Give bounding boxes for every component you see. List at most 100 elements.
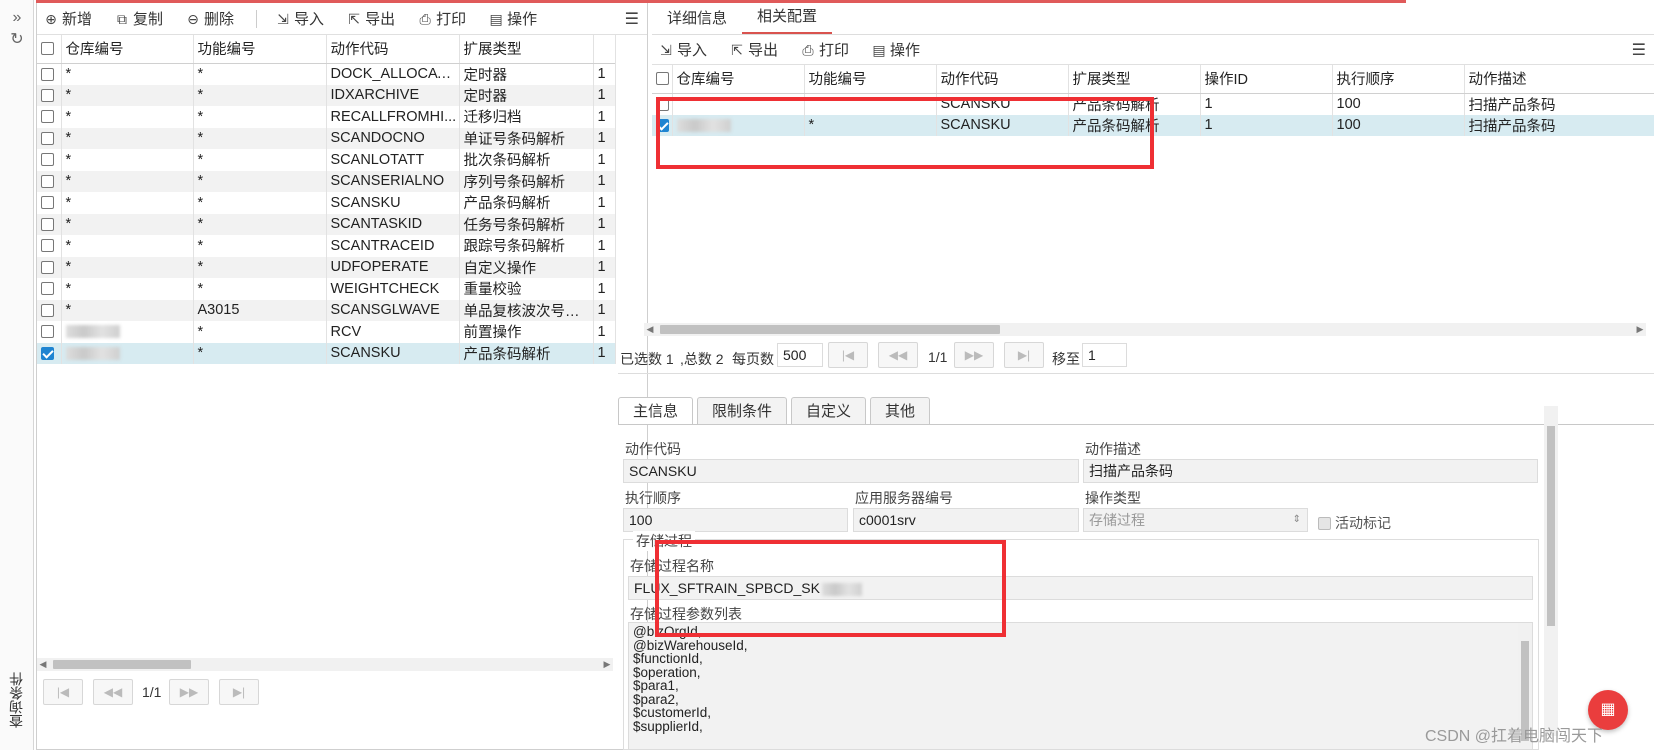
row-checkbox-cell[interactable] bbox=[37, 256, 62, 278]
right-first-page-button[interactable]: |◀ bbox=[828, 342, 868, 368]
next-page-button[interactable]: ▶▶ bbox=[169, 679, 209, 705]
minus-circle-button[interactable]: ⊖ 删除 bbox=[185, 8, 234, 29]
row-checkbox[interactable] bbox=[41, 153, 54, 167]
table-row[interactable]: * * DOCK_ALLOCATI... 定时器 1 bbox=[37, 63, 616, 85]
print-button[interactable]: ⎙ 打印 bbox=[800, 39, 849, 60]
detail-tab-0[interactable]: 主信息 bbox=[618, 397, 694, 425]
column-header[interactable]: 动作代码 bbox=[326, 35, 460, 64]
select-all-checkbox[interactable] bbox=[656, 72, 669, 86]
operation-button[interactable]: ▤ 操作 bbox=[871, 39, 920, 60]
row-checkbox-cell[interactable] bbox=[37, 321, 62, 343]
prev-page-button[interactable]: ◀◀ bbox=[93, 679, 133, 705]
column-settings-icon[interactable]: ☰ bbox=[625, 9, 639, 29]
detail-tab-1[interactable]: 限制条件 bbox=[697, 397, 788, 425]
table-row[interactable]: * * WEIGHTCHECK 重量校验 1 bbox=[37, 278, 616, 300]
table-row[interactable]: * SCANSKU 产品条码解析 1 bbox=[37, 342, 616, 364]
row-checkbox[interactable] bbox=[41, 303, 54, 317]
table-row[interactable]: * * SCANSERIALNO 序列号条码解析 1 bbox=[37, 170, 616, 192]
table-row[interactable]: * A3015 SCANSGLWAVE 单品复核波次号解析 1 bbox=[37, 299, 616, 321]
action-code-field[interactable]: SCANSKU bbox=[623, 459, 1079, 483]
import-button[interactable]: ⇲ 导入 bbox=[275, 8, 324, 29]
row-checkbox[interactable] bbox=[41, 131, 54, 145]
column-header[interactable]: 操作ID bbox=[1200, 65, 1333, 94]
table-row[interactable]: * * RECALLFROMHI... 迁移归档 1 bbox=[37, 106, 616, 128]
export-button[interactable]: ⇱ 导出 bbox=[346, 8, 395, 29]
operation-button[interactable]: ▤ 操作 bbox=[488, 8, 537, 29]
server-field[interactable]: c0001srv bbox=[853, 508, 1079, 532]
print-button[interactable]: ⎙ 打印 bbox=[417, 8, 466, 29]
per-page-input[interactable]: 500 bbox=[777, 343, 823, 367]
row-checkbox-cell[interactable] bbox=[37, 299, 62, 321]
table-row[interactable]: * * UDFOPERATE 自定义操作 1 bbox=[37, 256, 616, 278]
goto-input[interactable]: 1 bbox=[1082, 343, 1127, 367]
table-row[interactable]: * * SCANDOCNO 单证号条码解析 1 bbox=[37, 127, 616, 149]
row-checkbox-cell[interactable] bbox=[37, 63, 62, 85]
row-checkbox-cell[interactable] bbox=[37, 213, 62, 235]
row-checkbox-cell[interactable] bbox=[37, 84, 62, 106]
row-checkbox[interactable] bbox=[41, 239, 54, 253]
column-header[interactable]: 功能编号 bbox=[804, 65, 937, 94]
copy-button[interactable]: ⧉ 复制 bbox=[114, 8, 163, 29]
refresh-icon[interactable]: ↻ bbox=[9, 32, 25, 48]
row-checkbox[interactable] bbox=[41, 196, 54, 210]
row-checkbox[interactable] bbox=[41, 67, 54, 81]
row-checkbox-cell[interactable] bbox=[37, 127, 62, 149]
row-checkbox[interactable] bbox=[41, 88, 54, 102]
row-checkbox[interactable] bbox=[41, 325, 54, 339]
plus-circle-button[interactable]: ⊕ 新增 bbox=[43, 8, 92, 29]
right-last-page-button[interactable]: ▶| bbox=[1004, 342, 1044, 368]
double-chevron-right-icon[interactable]: » bbox=[9, 10, 25, 26]
table-row[interactable]: * RCV 前置操作 1 bbox=[37, 321, 616, 343]
row-checkbox-cell[interactable] bbox=[37, 106, 62, 128]
params-textarea[interactable]: @bizOrgId, @bizWarehouseId, $functionId, $o… bbox=[628, 622, 1533, 750]
column-header[interactable]: 仓库编号 bbox=[672, 65, 805, 94]
column-header[interactable]: 仓库编号 bbox=[61, 35, 194, 64]
column-header[interactable]: 功能编号 bbox=[193, 35, 327, 64]
row-checkbox[interactable] bbox=[41, 110, 54, 124]
column-header[interactable]: 扩展类型 bbox=[459, 35, 594, 64]
select-all-checkbox[interactable] bbox=[41, 42, 54, 56]
column-header[interactable]: 动作代码 bbox=[936, 65, 1069, 94]
table-row[interactable]: * * SCANTRACEID 跟踪号条码解析 1 bbox=[37, 235, 616, 257]
row-checkbox-cell[interactable] bbox=[37, 192, 62, 214]
tab-0[interactable]: 详细信息 bbox=[652, 7, 742, 34]
op-type-select[interactable]: 存储过程 ⇕ bbox=[1083, 508, 1308, 532]
active-flag-checkbox[interactable] bbox=[1318, 516, 1331, 530]
first-page-button[interactable]: |◀ bbox=[43, 679, 83, 705]
table-row[interactable]: * * SCANLOTATT 批次条码解析 1 bbox=[37, 149, 616, 171]
select-all-cell[interactable] bbox=[37, 35, 62, 64]
column-header[interactable] bbox=[593, 35, 616, 64]
column-header[interactable]: 执行顺序 bbox=[1332, 65, 1465, 94]
row-checkbox-cell[interactable] bbox=[37, 170, 62, 192]
right-horizontal-scrollbar[interactable]: ◀ ▶ bbox=[644, 323, 1646, 336]
form-vertical-scrollbar[interactable] bbox=[1544, 406, 1558, 736]
last-page-button[interactable]: ▶| bbox=[219, 679, 259, 705]
query-conditions-label[interactable]: 查询条件 bbox=[8, 672, 26, 728]
select-all-cell[interactable] bbox=[652, 65, 673, 94]
active-flag[interactable]: 活动标记 bbox=[1318, 513, 1391, 533]
column-header[interactable]: 扩展类型 bbox=[1068, 65, 1201, 94]
row-checkbox-cell[interactable] bbox=[37, 278, 62, 300]
row-checkbox[interactable] bbox=[41, 217, 54, 231]
table-row[interactable]: * * SCANTASKID 任务号条码解析 1 bbox=[37, 213, 616, 235]
export-button[interactable]: ⇱ 导出 bbox=[729, 39, 778, 60]
row-checkbox[interactable] bbox=[41, 260, 54, 274]
right-prev-page-button[interactable]: ◀◀ bbox=[878, 342, 918, 368]
action-desc-field[interactable]: 扫描产品条码 bbox=[1083, 459, 1538, 483]
column-settings-icon[interactable]: ☰ bbox=[1632, 40, 1646, 60]
row-checkbox[interactable] bbox=[41, 346, 54, 360]
row-checkbox[interactable] bbox=[41, 174, 54, 188]
row-checkbox[interactable] bbox=[41, 282, 54, 296]
row-checkbox-cell[interactable] bbox=[37, 235, 62, 257]
row-checkbox-cell[interactable] bbox=[37, 149, 62, 171]
detail-tab-2[interactable]: 自定义 bbox=[791, 397, 867, 425]
row-checkbox-cell[interactable] bbox=[37, 342, 62, 364]
table-row[interactable]: * * SCANSKU 产品条码解析 1 bbox=[37, 192, 616, 214]
tab-1[interactable]: 相关配置 bbox=[742, 5, 833, 34]
order-field[interactable]: 100 bbox=[623, 508, 848, 532]
right-next-page-button[interactable]: ▶▶ bbox=[954, 342, 994, 368]
table-row[interactable]: * * IDXARCHIVE 定时器 1 bbox=[37, 84, 616, 106]
import-button[interactable]: ⇲ 导入 bbox=[658, 39, 707, 60]
left-horizontal-scrollbar[interactable]: ◀ ▶ bbox=[37, 658, 613, 671]
detail-tab-3[interactable]: 其他 bbox=[870, 397, 931, 425]
